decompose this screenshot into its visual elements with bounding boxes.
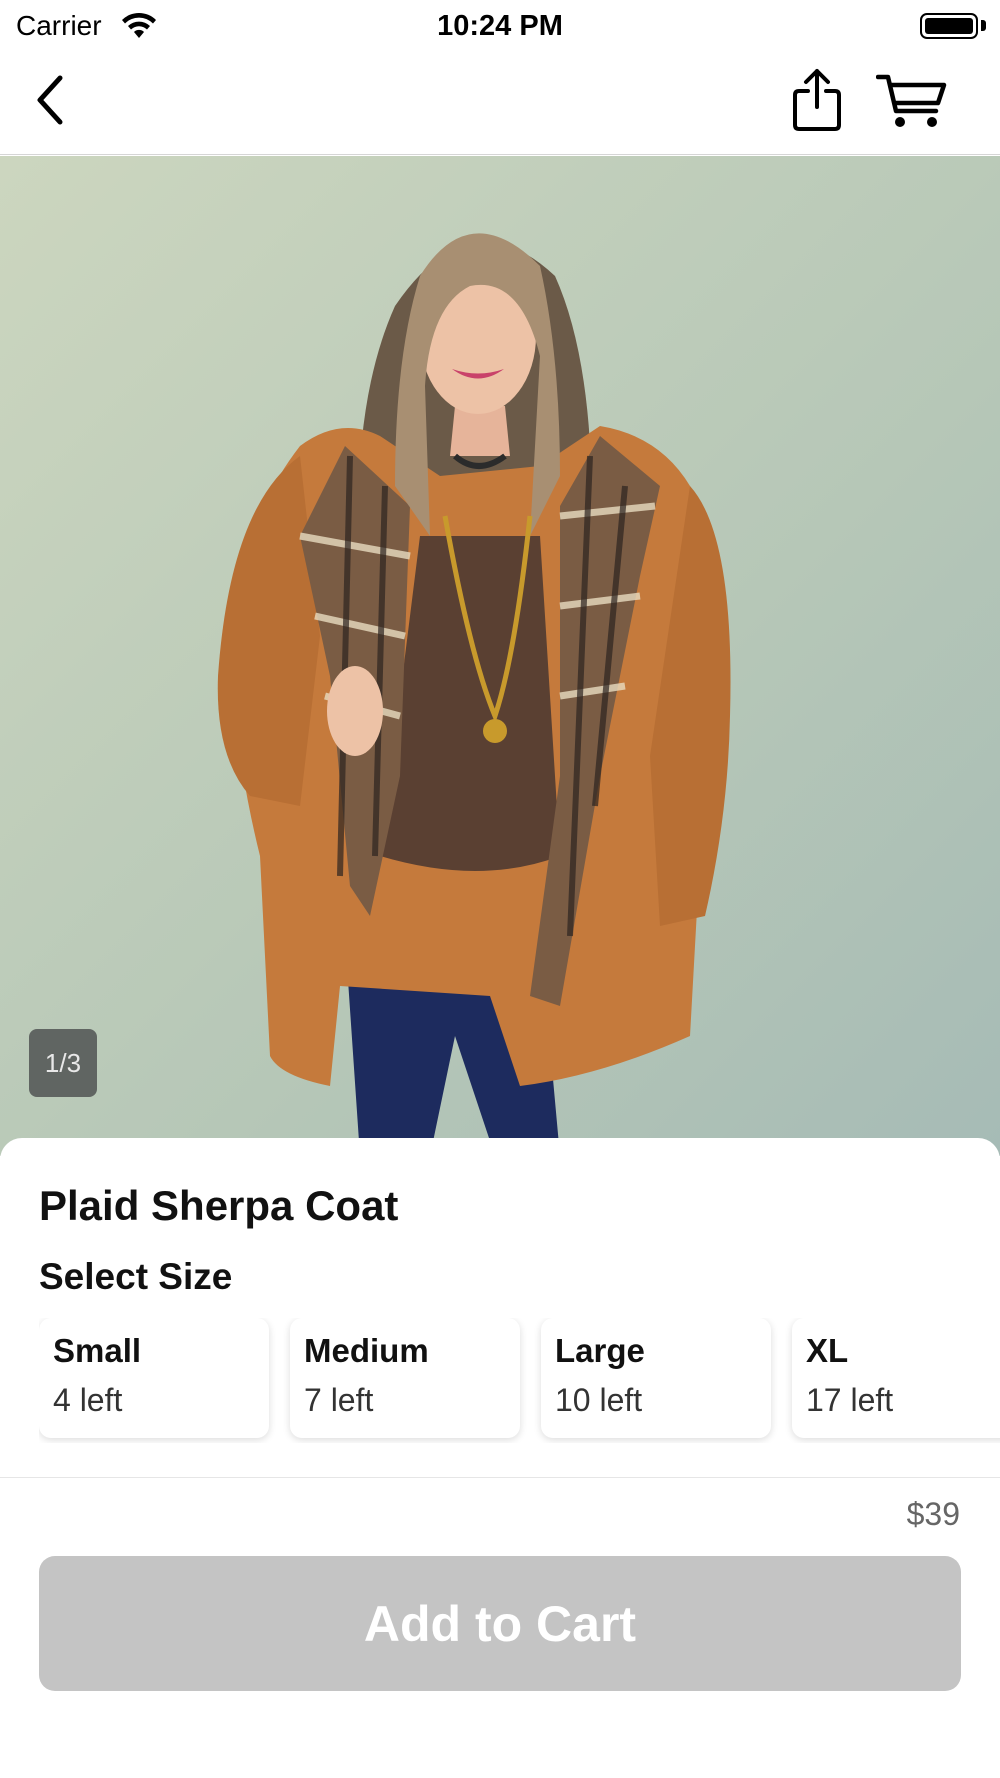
- cart-button[interactable]: [872, 66, 952, 136]
- size-name: XL: [806, 1332, 849, 1369]
- share-button[interactable]: [782, 64, 852, 136]
- add-to-cart-button[interactable]: Add to Cart: [39, 1556, 961, 1691]
- size-option-small[interactable]: Small 4 left: [39, 1318, 269, 1438]
- purchase-footer: $39 Add to Cart: [0, 1477, 1000, 1778]
- navigation-bar: [0, 50, 1000, 155]
- battery-icon: [920, 13, 978, 39]
- product-photo: [0, 156, 1000, 1156]
- size-stock: 17 left: [806, 1382, 894, 1418]
- cart-icon: [876, 74, 947, 127]
- size-name: Large: [555, 1332, 645, 1369]
- product-image-carousel[interactable]: 1/3: [0, 156, 1000, 1156]
- size-name: Medium: [304, 1332, 429, 1369]
- size-options-list[interactable]: Small 4 left Medium 7 left Large 10 left…: [39, 1318, 1000, 1443]
- product-details-sheet: Plaid Sherpa Coat Select Size Small 4 le…: [0, 1138, 1000, 1478]
- size-option-xl[interactable]: XL 17 left: [792, 1318, 1000, 1438]
- share-icon: [793, 69, 841, 131]
- image-page-indicator: 1/3: [29, 1029, 97, 1097]
- size-name: Small: [53, 1332, 142, 1369]
- size-stock: 7 left: [304, 1382, 374, 1418]
- size-option-medium[interactable]: Medium 7 left: [290, 1318, 520, 1438]
- chevron-left-icon: [37, 75, 63, 125]
- clock-time: 10:24 PM: [437, 10, 563, 42]
- select-size-heading: Select Size: [39, 1256, 233, 1297]
- size-stock: 10 left: [555, 1382, 643, 1418]
- size-stock: 4 left: [53, 1382, 123, 1418]
- size-option-large[interactable]: Large 10 left: [541, 1318, 771, 1438]
- back-button[interactable]: [20, 70, 80, 130]
- battery-tip: [981, 20, 986, 31]
- status-bar: Carrier 10:24 PM: [0, 0, 1000, 50]
- product-price: $39: [906, 1496, 960, 1532]
- product-title: Plaid Sherpa Coat: [39, 1182, 399, 1229]
